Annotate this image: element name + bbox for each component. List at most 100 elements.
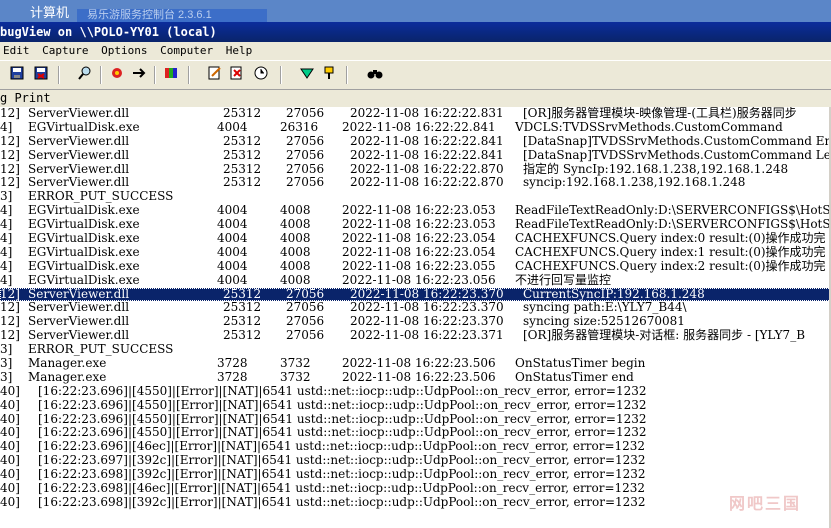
log-row[interactable]: 3] ERROR_PUT_SUCCESS	[0, 189, 831, 204]
log-row-prefix: 3]	[0, 369, 13, 384]
save-as-icon[interactable]	[32, 66, 50, 84]
log-row-time: 2022-11-08 16:22:22.831	[350, 107, 504, 120]
log-row-tid: 27056	[286, 286, 325, 301]
log-row[interactable]: 4] EGVirtualDisk.exe 4004 4008 2022-11-08 16…	[0, 258, 831, 274]
menu-options[interactable]: Options	[98, 42, 150, 58]
log-row-prefix: 40]	[0, 425, 20, 440]
menu-help[interactable]: Help	[223, 42, 256, 58]
desktop-icon-label[interactable]: 计算机	[30, 2, 69, 21]
log-row-tid: 4008	[280, 244, 311, 259]
log-row[interactable]: 3] ERROR_PUT_SUCCESS	[0, 342, 831, 357]
log-row[interactable]: 12] ServerViewer.dll 25312 27056 2022-11-08 …	[0, 301, 831, 315]
log-row-message: 不进行回写量监控	[515, 272, 612, 287]
log-row-time: 2022-11-08 16:22:23.056	[342, 272, 496, 287]
log-row[interactable]: 12] ServerViewer.dll 25312 27056 2022-11-08 …	[0, 107, 831, 121]
column-header-print[interactable]: g Print	[0, 90, 831, 108]
edit-icon[interactable]	[206, 66, 224, 84]
log-row-tid: 3732	[280, 369, 311, 384]
log-row[interactable]: 4] EGVirtualDisk.exe 4004 4008 2022-11-08 16…	[0, 272, 831, 288]
log-row-prefix: 12]	[0, 328, 20, 343]
log-row-time: 2022-11-08 16:22:23.053	[342, 203, 496, 218]
clock-icon[interactable]	[252, 66, 270, 84]
log-row-prefix: 12]	[0, 314, 20, 329]
log-row-prefix: 40]	[0, 439, 20, 454]
goto-icon[interactable]	[130, 66, 148, 84]
log-row[interactable]: 40] [16:22:23.696]|[4550]|[Error]|[NAT]|6…	[0, 398, 831, 413]
menu-computer[interactable]: Computer	[157, 42, 216, 58]
log-row-message: ReadFileTextReadOnly:D:\SERVERCONFIGS$\H…	[515, 217, 831, 232]
toolbar-separator	[280, 66, 282, 84]
log-row-pid: 4004	[217, 244, 248, 259]
log-row[interactable]: 4] EGVirtualDisk.exe 4004 4008 2022-11-08 16…	[0, 231, 831, 246]
log-row[interactable]: 40] [16:22:23.696]|[46ec]|[Error]|[NAT]|6…	[0, 439, 831, 454]
window-title[interactable]: bugView on \\POLO-YY01 (local)	[0, 22, 831, 42]
log-row-prefix: 12]	[0, 147, 20, 162]
capture-icon[interactable]	[298, 66, 316, 84]
log-row-time: 2022-11-08 16:22:23.371	[350, 328, 504, 343]
log-row-process: ServerViewer.dll	[28, 107, 130, 120]
log-row[interactable]: 12] ServerViewer.dll 25312 27056 2022-11-08 …	[0, 133, 831, 149]
log-row-prefix: 4]	[0, 203, 13, 218]
log-row[interactable]: 4] EGVirtualDisk.exe 4004 4008 2022-11-08 16…	[0, 203, 831, 218]
toolbar-separator	[346, 66, 348, 84]
log-row-message: CACHEXFUNCS.Query index:1 result:(0)操作成功…	[515, 244, 826, 259]
log-row[interactable]: 12] ServerViewer.dll 25312 27056 2022-11-08 …	[0, 147, 831, 163]
log-list[interactable]: 12] ServerViewer.dll 25312 27056 2022-11-08 …	[0, 107, 831, 528]
log-row-message: [DataSnap]TVDSSrvMethods.CustomCommand E…	[523, 133, 831, 148]
log-row[interactable]: 40] [16:22:23.697]|[392c]|[Error]|[NAT]|6…	[0, 453, 831, 468]
log-row-process: ServerViewer.dll	[28, 175, 130, 190]
log-row[interactable]: 12] ServerViewer.dll 25312 27056 2022-11-08 …	[0, 328, 831, 343]
log-row-prefix: 4]	[0, 217, 13, 232]
binoculars-icon[interactable]	[366, 66, 384, 84]
filter-icon[interactable]	[108, 66, 126, 84]
log-row-prefix: 4]	[0, 258, 13, 273]
log-row-process: EGVirtualDisk.exe	[28, 119, 140, 134]
log-row[interactable]: 4] EGVirtualDisk.exe 4004 26316 2022-11-08 1…	[0, 119, 831, 135]
log-row[interactable]: 3] Manager.exe 3728 3732 2022-11-08 16:22:23…	[0, 369, 831, 385]
log-row-pid: 25312	[223, 133, 262, 148]
find-icon[interactable]	[76, 66, 94, 84]
menu-edit[interactable]: Edit	[0, 42, 33, 58]
log-row-tid: 4008	[280, 272, 311, 287]
log-row-message: [DataSnap]TVDSSrvMethods.CustomCommand L…	[523, 147, 831, 162]
background-window-title[interactable]: 易乐游服务控制台 2.3.6.1	[77, 9, 267, 22]
log-row[interactable]: 4] EGVirtualDisk.exe 4004 4008 2022-11-08 16…	[0, 217, 831, 232]
log-row[interactable]: 40] [16:22:23.696]|[4550]|[Error]|[NAT]|6…	[0, 426, 831, 440]
log-row-prefix: 4]	[0, 272, 13, 287]
menu-capture[interactable]: Capture	[39, 42, 91, 58]
log-row[interactable]: 40] [16:22:23.698]|[46ec]|[Error]|[NAT]|6…	[0, 481, 831, 496]
log-row[interactable]: 3] Manager.exe 3728 3732 2022-11-08 16:22:23…	[0, 356, 831, 371]
highlight-icon[interactable]	[162, 66, 180, 84]
log-row[interactable]: 40] [16:22:23.698]|[392c]|[Error]|[NAT]|6…	[0, 467, 831, 482]
log-row-message: [16:22:23.697]|[392c]|[Error]|[NAT]|6541…	[38, 453, 646, 468]
log-row-process: ERROR_PUT_SUCCESS	[28, 342, 174, 357]
log-row-message: syncing path:E:\YLY7_B44\	[523, 300, 687, 315]
log-row[interactable]: 4] EGVirtualDisk.exe 4004 4008 2022-11-08 16…	[0, 244, 831, 260]
log-row[interactable]: 40] [16:22:23.696]|[4550]|[Error]|[NAT]|6…	[0, 412, 831, 427]
log-row-tid: 26316	[280, 119, 319, 134]
save-icon[interactable]	[8, 66, 26, 84]
log-row-tid: 4008	[280, 217, 311, 232]
log-row-process: ServerViewer.dll	[28, 286, 130, 301]
clear-icon[interactable]	[228, 66, 246, 84]
log-row-tid: 27056	[286, 133, 325, 148]
log-row[interactable]: 40] [16:22:23.698]|[392c]|[Error]|[NAT]|6…	[0, 495, 831, 510]
log-row-prefix: 40]	[0, 467, 20, 482]
log-row-tid: 27056	[286, 314, 325, 329]
log-row[interactable]: 12] ServerViewer.dll 25312 27056 2022-11-08 …	[0, 286, 831, 302]
log-row-tid: 4008	[280, 258, 311, 273]
log-row-pid: 25312	[223, 300, 262, 315]
log-row[interactable]: 40] [16:22:23.696]|[4550]|[Error]|[NAT]|6…	[0, 384, 831, 399]
pin-icon[interactable]	[320, 66, 338, 84]
log-row-message: CurrentSyncIP:192.168.1.248	[523, 286, 705, 301]
log-row-tid: 27056	[286, 107, 325, 120]
log-row-time: 2022-11-08 16:22:22.841	[350, 147, 504, 162]
log-row-pid: 4004	[217, 272, 248, 287]
log-row[interactable]: 12] ServerViewer.dll 25312 27056 2022-11-08 …	[0, 161, 831, 177]
log-row[interactable]: 12] ServerViewer.dll 25312 27056 2022-11-08 …	[0, 176, 831, 190]
log-row-time: 2022-11-08 16:22:23.055	[342, 258, 496, 273]
log-row-message: [16:22:23.696]|[46ec]|[Error]|[NAT]|6541…	[38, 439, 646, 454]
log-row-prefix: 4]	[0, 231, 13, 246]
log-row-message: 指定的 SyncIp:192.168.1.238,192.168.1.248	[523, 161, 789, 176]
log-row-process: ServerViewer.dll	[28, 300, 130, 315]
